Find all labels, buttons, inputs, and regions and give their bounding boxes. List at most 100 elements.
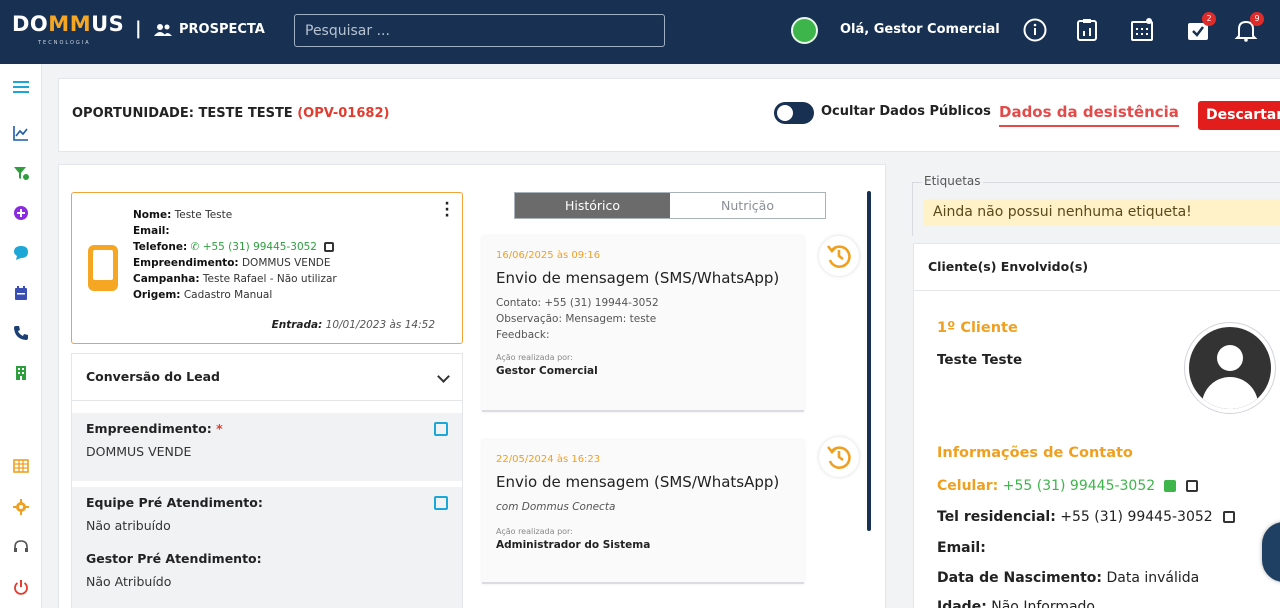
- grid-icon[interactable]: [12, 457, 30, 475]
- history-tabs: Histórico Nutrição: [514, 192, 826, 219]
- notifications-badge: 9: [1250, 12, 1264, 26]
- etiquetas-empty-alert: Ainda não possui nenhuma etiqueta!: [923, 199, 1280, 226]
- gear-icon[interactable]: [12, 498, 30, 516]
- timeline-item: 22/05/2024 às 16:23 Envio de mensagem (S…: [482, 440, 804, 584]
- timeline-line: Observação: Mensagem: teste: [496, 313, 657, 325]
- timeline-title: Envio de mensagem (SMS/WhatsApp): [496, 473, 780, 491]
- tasks-icon[interactable]: 2: [1186, 12, 1216, 42]
- copy-icon[interactable]: [1223, 511, 1236, 523]
- add-circle-icon[interactable]: [12, 204, 30, 222]
- opportunity-name: OPORTUNIDADE: TESTE TESTE: [72, 106, 293, 121]
- timeline-date: 22/05/2024 às 16:23: [496, 454, 601, 465]
- tab-nutricao[interactable]: Nutrição: [670, 193, 825, 218]
- timeline-meta: Ação realizada por:: [496, 527, 573, 536]
- side-nav: [0, 64, 42, 608]
- funnel-icon[interactable]: [12, 164, 30, 182]
- timeline-line: Feedback:: [496, 329, 550, 341]
- copy-icon[interactable]: [324, 242, 335, 252]
- contact-info-title: Informações de Contato: [937, 445, 1133, 461]
- tasks-badge: 2: [1202, 12, 1216, 26]
- client-avatar-icon: [1184, 322, 1276, 414]
- history-icon: [819, 236, 859, 276]
- timeline-line: Contato: +55 (31) 19944-3052: [496, 297, 659, 309]
- celular-row: Celular: +55 (31) 99445-3052: [937, 478, 1199, 494]
- users-icon: [154, 23, 172, 36]
- lead-empreendimento: DOMMUS VENDE: [241, 257, 331, 269]
- idade-value: Não Informado: [991, 599, 1095, 608]
- timeline-user: Gestor Comercial: [496, 365, 598, 377]
- copy-icon[interactable]: [1186, 480, 1199, 492]
- lead-entrada: Entrada: 10/01/2023 às 14:52: [271, 319, 435, 331]
- clients-card: Cliente(s) Envolvido(s) 1º Cliente Teste…: [913, 243, 1280, 608]
- lead-name: Teste Teste: [174, 209, 233, 221]
- lead-origem: Cadastro Manual: [183, 289, 273, 301]
- lead-phone-link[interactable]: +55 (31) 99445-3052: [203, 241, 317, 253]
- timeline-item: 16/06/2025 às 09:16 Envio de mensagem (S…: [482, 236, 804, 412]
- phone-icon[interactable]: [12, 324, 30, 342]
- client-label: 1º Cliente: [937, 320, 1018, 336]
- clients-title: Cliente(s) Envolvido(s): [914, 244, 1280, 291]
- chat-icon[interactable]: [12, 244, 30, 262]
- celular-link[interactable]: +55 (31) 99445-3052: [1003, 478, 1155, 494]
- timeline-date: 16/06/2025 às 09:16: [496, 250, 601, 261]
- timeline-subtitle: com Dommus Conecta: [496, 501, 616, 513]
- descartar-button[interactable]: Descartar: [1198, 101, 1280, 130]
- menu-icon[interactable]: [12, 78, 30, 96]
- timeline-title: Envio de mensagem (SMS/WhatsApp): [496, 269, 780, 287]
- user-greeting[interactable]: Olá, Gestor Comercial: [840, 22, 1000, 37]
- desistencia-tab[interactable]: Dados da desistência: [999, 103, 1179, 127]
- nascimento-row: Data de Nascimento: Data inválida: [937, 570, 1200, 586]
- equipe-section: Equipe Pré Atendimento: Não atribuído Ge…: [72, 487, 462, 608]
- calendar-icon[interactable]: [1130, 18, 1154, 42]
- kebab-menu-icon[interactable]: · · ·: [444, 197, 450, 223]
- history-icon: [819, 437, 859, 477]
- conversao-title: Conversão do Lead: [86, 369, 220, 384]
- tel-value: +55 (31) 99445-3052: [1060, 509, 1213, 525]
- timeline-scrollbar[interactable]: [867, 191, 871, 531]
- tel-row: Tel residencial: +55 (31) 99445-3052: [937, 509, 1236, 525]
- email-row: Email:: [937, 540, 986, 556]
- idade-row: Idade: Não Informado: [937, 599, 1095, 608]
- gestor-value: Não Atribuído: [86, 574, 172, 589]
- calendar-nav-icon[interactable]: [12, 284, 30, 302]
- etiquetas-legend: Etiquetas: [922, 174, 983, 188]
- timeline-meta: Ação realizada por:: [496, 353, 573, 362]
- module-label: PROSPECTA: [179, 22, 265, 37]
- lead-info: Nome: Teste Teste Email: Telefone: ✆ +55…: [133, 209, 337, 301]
- whatsapp-icon[interactable]: [1163, 480, 1176, 492]
- opportunity-header: OPORTUNIDADE: TESTE TESTE (OPV-01682) Oc…: [58, 78, 1280, 152]
- toggle-label: Ocultar Dados Públicos: [821, 104, 991, 119]
- opportunity-title: OPORTUNIDADE: TESTE TESTE (OPV-01682): [72, 106, 389, 121]
- logo-subtitle: TECNOLOGIA: [38, 40, 91, 46]
- conversao-header[interactable]: Conversão do Lead: [72, 354, 462, 401]
- logo-separator: |: [135, 18, 142, 39]
- edit-icon[interactable]: [434, 422, 448, 436]
- power-icon[interactable]: [12, 578, 30, 596]
- info-icon[interactable]: [1023, 18, 1047, 42]
- search-input[interactable]: [294, 14, 665, 47]
- empreendimento-section: Empreendimento: * DOMMUS VENDE: [72, 413, 462, 481]
- dommus-logo[interactable]: DOMMUS: [12, 12, 124, 36]
- building-icon[interactable]: [12, 364, 30, 382]
- user-avatar-icon[interactable]: [791, 17, 818, 44]
- opportunity-code: (OPV-01682): [297, 106, 390, 121]
- client-name: Teste Teste: [937, 352, 1023, 368]
- hide-public-data-toggle[interactable]: [774, 102, 814, 124]
- nascimento-value: Data inválida: [1106, 570, 1200, 586]
- top-bar: DOMMUS TECNOLOGIA | PROSPECTA Olá, Gesto…: [0, 0, 1280, 64]
- timeline-user: Administrador do Sistema: [496, 539, 651, 551]
- module-title[interactable]: PROSPECTA: [154, 22, 265, 37]
- lead-campanha: Teste Rafael - Não utilizar: [202, 273, 337, 285]
- chevron-down-icon[interactable]: [437, 370, 450, 383]
- bell-icon[interactable]: 9: [1234, 12, 1264, 42]
- lead-card: Nome: Teste Teste Email: Telefone: ✆ +55…: [71, 192, 463, 344]
- tab-historico[interactable]: Histórico: [515, 193, 670, 218]
- report-icon[interactable]: [1075, 18, 1099, 42]
- edit-icon[interactable]: [434, 496, 448, 510]
- chart-icon[interactable]: [12, 124, 30, 142]
- empreendimento-value: DOMMUS VENDE: [86, 444, 192, 459]
- conversao-panel: Conversão do Lead Empreendimento: * DOMM…: [71, 353, 463, 608]
- whatsapp-icon[interactable]: ✆: [191, 241, 200, 253]
- headset-icon[interactable]: [12, 538, 30, 556]
- mobile-phone-icon: [88, 245, 118, 291]
